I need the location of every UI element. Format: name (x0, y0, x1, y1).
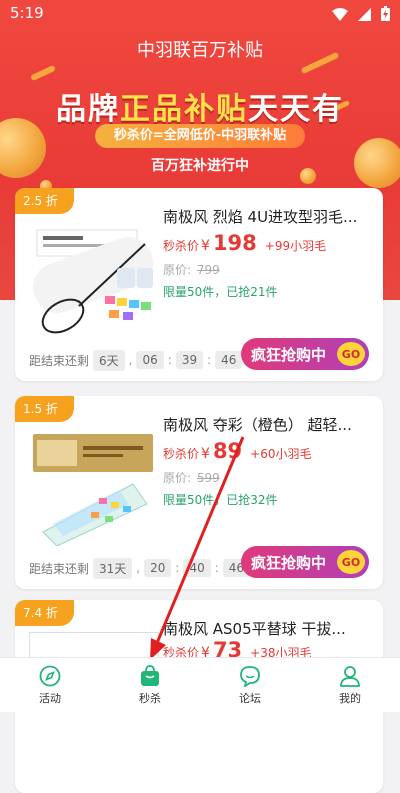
countdown-hours: 20 (144, 559, 172, 577)
compass-icon (38, 664, 62, 688)
product-card[interactable]: 2.5 折 南极风 烈焰 4U进攻型羽毛... 秒杀价 ¥ 198 +99小羽毛… (15, 188, 383, 381)
buy-now-button[interactable]: 疯狂抢购中 GO (241, 338, 369, 370)
currency-symbol: ¥ (201, 446, 210, 462)
countdown-hours: 06 (136, 351, 164, 369)
price-line: 秒杀价 ¥ 89 +60小羽毛 (163, 439, 312, 463)
product-name[interactable]: 南极风 夺彩（橙色） 超轻... (163, 414, 368, 435)
buy-now-button[interactable]: 疯狂抢购中 GO (241, 546, 369, 578)
countdown-days: 6天 (93, 349, 125, 371)
bonus-feathers: +99小羽毛 (264, 239, 327, 253)
original-price-label: 原价: (163, 471, 192, 485)
countdown-days: 31天 (93, 557, 133, 579)
tab-label: 活动 (39, 692, 61, 705)
buy-now-label: 疯狂抢购中 (251, 553, 327, 572)
product-image[interactable] (29, 428, 157, 546)
price-line: 秒杀价 ¥ 198 +99小羽毛 (163, 231, 326, 255)
tab-label: 论坛 (239, 692, 261, 705)
currency-symbol: ¥ (201, 238, 210, 254)
go-label: GO (337, 342, 365, 366)
bonus-feathers: +60小羽毛 (250, 447, 312, 461)
countdown-minutes: 40 (183, 559, 211, 577)
product-name[interactable]: 南极风 AS05平替球 干拔... (163, 618, 368, 639)
status-time: 5:19 (10, 4, 44, 22)
banner-headline-highlight: 正品补贴 (120, 92, 248, 127)
stock-limit: 限量50件，已抢32件 (163, 493, 278, 507)
countdown-minutes: 39 (175, 351, 204, 369)
tab-forum[interactable]: 论坛 (200, 658, 300, 712)
countdown-seconds: 46 (215, 351, 243, 369)
original-price-value: 799 (196, 263, 220, 277)
countdown-label: 距结束还剩 (29, 353, 90, 368)
page-title: 中羽联百万补贴 (137, 40, 263, 61)
tab-activity[interactable]: 活动 (0, 658, 100, 712)
go-label: GO (337, 550, 365, 574)
status-bar: 5:19 (0, 0, 400, 26)
battery-charging-icon (381, 6, 390, 25)
product-card[interactable]: 1.5 折 南极风 夺彩（橙色） 超轻... 秒杀价 ¥ 89 +60小羽毛 原… (15, 396, 383, 589)
price-label: 秒杀价 (163, 239, 200, 253)
tab-flash-sale[interactable]: 秒杀 (100, 658, 200, 712)
buy-now-label: 疯狂抢购中 (251, 345, 327, 364)
product-image[interactable] (29, 220, 157, 338)
person-icon (338, 664, 362, 688)
signal-icon (358, 6, 371, 25)
ribbon-decoration (29, 64, 57, 82)
banner-tagline: 秒杀价=全网低价-中羽联补贴 (95, 124, 305, 148)
countdown-timer: 距结束还剩 31天, 20: 40: 46 (29, 557, 251, 579)
product-name[interactable]: 南极风 烈焰 4U进攻型羽毛... (163, 206, 368, 227)
chat-bubble-icon (238, 664, 262, 688)
banner-headline: 品牌正品补贴天天有 (0, 84, 400, 128)
banner-headline-part1: 品牌 (56, 92, 120, 127)
countdown-label: 距结束还剩 (29, 561, 90, 576)
stock-limit: 限量50件，已抢21件 (163, 285, 278, 299)
original-price-label: 原价: (163, 263, 192, 277)
discount-badge: 1.5 折 (15, 396, 74, 422)
tab-profile[interactable]: 我的 (300, 658, 400, 712)
original-price: 原价: 599 (163, 469, 220, 486)
discount-badge: 2.5 折 (15, 188, 74, 214)
discount-badge: 7.4 折 (15, 600, 74, 626)
banner-headline-part2: 天天有 (248, 92, 344, 127)
shopping-bag-icon (138, 664, 162, 688)
wifi-icon (332, 6, 348, 25)
tab-label: 我的 (339, 692, 361, 705)
banner-subtitle: 百万狂补进行中 (151, 158, 249, 174)
sale-price: 198 (212, 231, 257, 255)
original-price: 原价: 799 (163, 261, 220, 278)
sale-price: 89 (212, 439, 243, 463)
bottom-tab-bar: 活动 秒杀 论坛 我的 (0, 657, 400, 712)
countdown-timer: 距结束还剩 6天, 06: 39: 46 (29, 349, 243, 371)
original-price-value: 599 (196, 471, 220, 485)
price-label: 秒杀价 (163, 447, 200, 461)
tab-label: 秒杀 (139, 692, 161, 705)
